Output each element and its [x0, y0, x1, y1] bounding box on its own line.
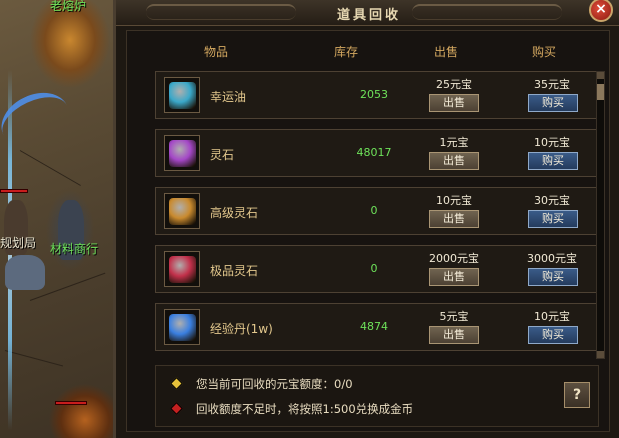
- buy-button[interactable]: 购买: [528, 94, 578, 112]
- npc-name-partial[interactable]: 规划局: [0, 234, 36, 251]
- item-stock: 0: [370, 262, 378, 275]
- buy-price: 3000元宝: [527, 252, 577, 265]
- sell-price: 10元宝: [436, 194, 472, 207]
- sell-price: 1元宝: [439, 136, 469, 149]
- red-diamond-icon: [170, 402, 183, 415]
- hp-bar: [0, 189, 28, 193]
- scroll-thumb[interactable]: [597, 84, 604, 100]
- sell-price: 2000元宝: [429, 252, 479, 265]
- red-stone-icon: [169, 256, 196, 283]
- game-world-view: 老熔炉 规划局 材料商行: [0, 0, 120, 438]
- help-button[interactable]: ?: [564, 382, 590, 408]
- item-slot[interactable]: [164, 77, 200, 113]
- recycle-quota-text: 您当前可回收的元宝额度：0/0: [196, 377, 353, 391]
- item-row: 经验丹(1w) 4874 5元宝 出售 10元宝 购买: [155, 303, 599, 351]
- exchange-rate-text: 回收额度不足时，将按照1:500兑换成金币: [196, 402, 414, 416]
- ground-crack: [4, 350, 64, 367]
- sell-price: 25元宝: [436, 78, 472, 91]
- buy-price: 10元宝: [534, 310, 570, 323]
- hp-bar: [55, 401, 87, 405]
- item-row: 灵石 48017 1元宝 出售 10元宝 购买: [155, 129, 599, 177]
- window-title: 道具回收: [336, 8, 401, 23]
- sell-button[interactable]: 出售: [429, 268, 479, 286]
- column-header-stock: 库存: [334, 45, 359, 59]
- sell-price: 5元宝: [439, 310, 469, 323]
- gold-stone-icon: [169, 198, 196, 225]
- yellow-diamond-icon: [170, 377, 183, 390]
- item-slot[interactable]: [164, 193, 200, 229]
- blue-orb-icon: [169, 314, 196, 341]
- item-name: 灵石: [210, 148, 235, 162]
- item-stock: 0: [370, 204, 378, 217]
- buy-price: 30元宝: [534, 194, 570, 207]
- item-name: 极品灵石: [210, 264, 259, 278]
- item-stock: 4874: [360, 320, 388, 333]
- sell-button[interactable]: 出售: [429, 210, 479, 228]
- sell-button[interactable]: 出售: [429, 326, 479, 344]
- item-slot[interactable]: [164, 135, 200, 171]
- scroll-down-icon[interactable]: [597, 351, 604, 358]
- buy-button[interactable]: 购买: [528, 210, 578, 228]
- item-name: 幸运油: [210, 90, 247, 104]
- item-row: 极品灵石 0 2000元宝 出售 3000元宝 购买: [155, 245, 599, 293]
- buy-button[interactable]: 购买: [528, 152, 578, 170]
- item-stock: 48017: [356, 146, 392, 159]
- item-stock: 2053: [360, 88, 388, 101]
- npc-name-furnace[interactable]: 老熔炉: [50, 0, 86, 14]
- recycle-content: 物品 库存 出售 购买 幸运油 2053 25元宝 出售 35元宝 购买 灵石 …: [126, 30, 610, 432]
- list-scrollbar[interactable]: [596, 71, 605, 359]
- item-slot[interactable]: [164, 251, 200, 287]
- buy-button[interactable]: 购买: [528, 268, 578, 286]
- ground-crack: [19, 150, 81, 186]
- window-titlebar[interactable]: 道具回收: [116, 0, 619, 26]
- buy-price: 35元宝: [534, 78, 570, 91]
- column-header-item: 物品: [204, 45, 229, 59]
- buy-button[interactable]: 购买: [528, 326, 578, 344]
- sell-button[interactable]: 出售: [429, 94, 479, 112]
- item-row: 幸运油 2053 25元宝 出售 35元宝 购买: [155, 71, 599, 119]
- purple-stone-icon: [169, 140, 196, 167]
- player-character-legs: [5, 255, 45, 290]
- npc-name-merchant[interactable]: 材料商行: [50, 240, 98, 257]
- item-name: 经验丹(1w): [210, 322, 273, 336]
- item-name: 高级灵石: [210, 206, 259, 220]
- scroll-up-icon[interactable]: [597, 72, 604, 79]
- buy-price: 10元宝: [534, 136, 570, 149]
- item-row: 高级灵石 0 10元宝 出售 30元宝 购买: [155, 187, 599, 235]
- sell-button[interactable]: 出售: [429, 152, 479, 170]
- item-recycle-window: 道具回收 × 物品 库存 出售 购买 幸运油 2053 25元宝 出售 35元宝…: [113, 0, 619, 438]
- column-header-sell: 出售: [434, 45, 459, 59]
- recycle-info-box: 您当前可回收的元宝额度：0/0 回收额度不足时，将按照1:500兑换成金币 ?: [155, 365, 599, 427]
- item-slot[interactable]: [164, 309, 200, 345]
- column-header-buy: 购买: [532, 45, 557, 59]
- potion-icon: [169, 82, 196, 109]
